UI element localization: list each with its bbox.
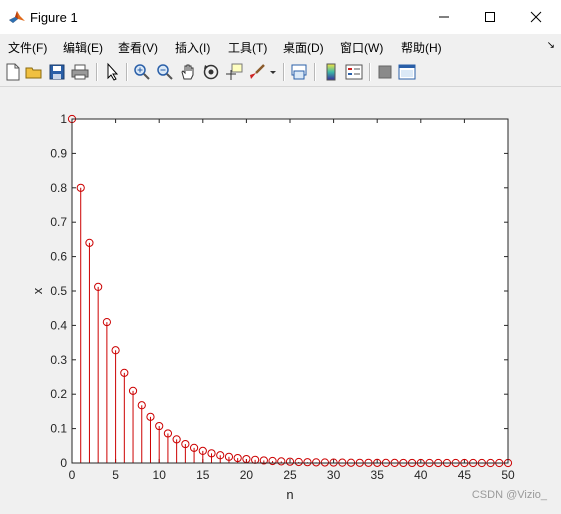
y-tick-label: 0.4 xyxy=(50,318,67,332)
menu-help[interactable]: 帮助(H) xyxy=(401,39,442,56)
y-tick-label: 1 xyxy=(60,112,67,126)
menu-insert[interactable]: 插入(I) xyxy=(175,39,210,56)
y-tick-label: 0.3 xyxy=(50,353,67,367)
axes-background xyxy=(72,119,508,463)
brush-icon[interactable] xyxy=(247,62,267,82)
close-icon xyxy=(530,11,542,23)
pan-hand-icon[interactable] xyxy=(178,62,198,82)
menu-tools[interactable]: 工具(T) xyxy=(228,39,267,56)
x-tick-label: 15 xyxy=(196,468,210,482)
x-tick-label: 25 xyxy=(283,468,297,482)
figure-canvas: 0 5 10 15 20 25 30 35 40 45 50 0 0.1 0.2 0.3 0.4 0.5 0.6 0… xyxy=(0,87,561,509)
close-button[interactable] xyxy=(513,0,559,34)
x-tick-label: 10 xyxy=(153,468,167,482)
y-tick-label: 0.9 xyxy=(50,146,67,160)
save-icon[interactable] xyxy=(47,62,67,82)
y-tick-label: 0.8 xyxy=(50,181,67,195)
y-tick-label: 0.1 xyxy=(50,422,67,436)
maximize-button[interactable] xyxy=(467,0,513,34)
pointer-icon[interactable] xyxy=(102,62,122,82)
toolbar-separator xyxy=(96,63,98,81)
maximize-icon xyxy=(485,12,495,22)
x-tick-label: 50 xyxy=(501,468,515,482)
toolbar-separator xyxy=(126,63,128,81)
y-tick-label: 0.5 xyxy=(50,284,67,298)
x-tick-label: 45 xyxy=(458,468,472,482)
x-tick-label: 5 xyxy=(112,468,119,482)
data-cursor-icon[interactable] xyxy=(224,62,244,82)
open-file-icon[interactable] xyxy=(24,62,44,82)
x-tick-label: 35 xyxy=(371,468,385,482)
menu-bar: 文件(F) 编辑(E) 查看(V) 插入(I) 工具(T) 桌面(D) 窗口(W… xyxy=(0,34,561,58)
watermark-text: CSDN @Vizio_ xyxy=(471,489,547,501)
y-tick-label: 0.2 xyxy=(50,387,67,401)
matlab-logo-icon xyxy=(9,11,25,23)
print-icon[interactable] xyxy=(70,62,90,82)
menu-view[interactable]: 查看(V) xyxy=(118,39,158,56)
toolbar-separator xyxy=(283,63,285,81)
show-plot-tools-icon[interactable] xyxy=(397,62,417,82)
rotate-3d-icon[interactable] xyxy=(201,62,221,82)
figure-toolbar xyxy=(0,58,561,87)
hide-plot-tools-icon[interactable] xyxy=(375,62,395,82)
y-tick-label: 0 xyxy=(60,456,67,470)
x-tick-label: 30 xyxy=(327,468,341,482)
window-title: Figure 1 xyxy=(30,10,78,25)
menu-desktop[interactable]: 桌面(D) xyxy=(283,39,324,56)
menu-window[interactable]: 窗口(W) xyxy=(340,39,383,56)
stem-plot[interactable]: 0 5 10 15 20 25 30 35 40 45 50 0 0.1 0.2 0.3 0.4 0.5 0.6 0… xyxy=(0,87,561,509)
x-tick-label: 0 xyxy=(69,468,76,482)
toolbar-separator xyxy=(314,63,316,81)
menu-edit[interactable]: 编辑(E) xyxy=(63,39,103,56)
minimize-button[interactable] xyxy=(421,0,467,34)
x-axis-label: n xyxy=(286,487,293,502)
link-plot-icon[interactable] xyxy=(289,62,309,82)
menu-file[interactable]: 文件(F) xyxy=(8,39,47,56)
toolbar-separator xyxy=(369,63,371,81)
y-tick-label: 0.6 xyxy=(50,250,67,264)
dropdown-arrow-icon[interactable] xyxy=(268,62,278,82)
title-bar: Figure 1 xyxy=(0,0,561,35)
y-tick-label: 0.7 xyxy=(50,215,67,229)
zoom-out-icon[interactable] xyxy=(155,62,175,82)
legend-icon[interactable] xyxy=(344,62,364,82)
y-axis-label: x xyxy=(30,287,45,294)
x-tick-label: 20 xyxy=(240,468,254,482)
zoom-in-icon[interactable] xyxy=(132,62,152,82)
new-figure-icon[interactable] xyxy=(3,62,23,82)
menu-overflow-icon[interactable]: ↘ xyxy=(547,40,555,51)
x-tick-label: 40 xyxy=(414,468,428,482)
colorbar-icon[interactable] xyxy=(321,62,341,82)
minimize-icon xyxy=(439,16,449,18)
